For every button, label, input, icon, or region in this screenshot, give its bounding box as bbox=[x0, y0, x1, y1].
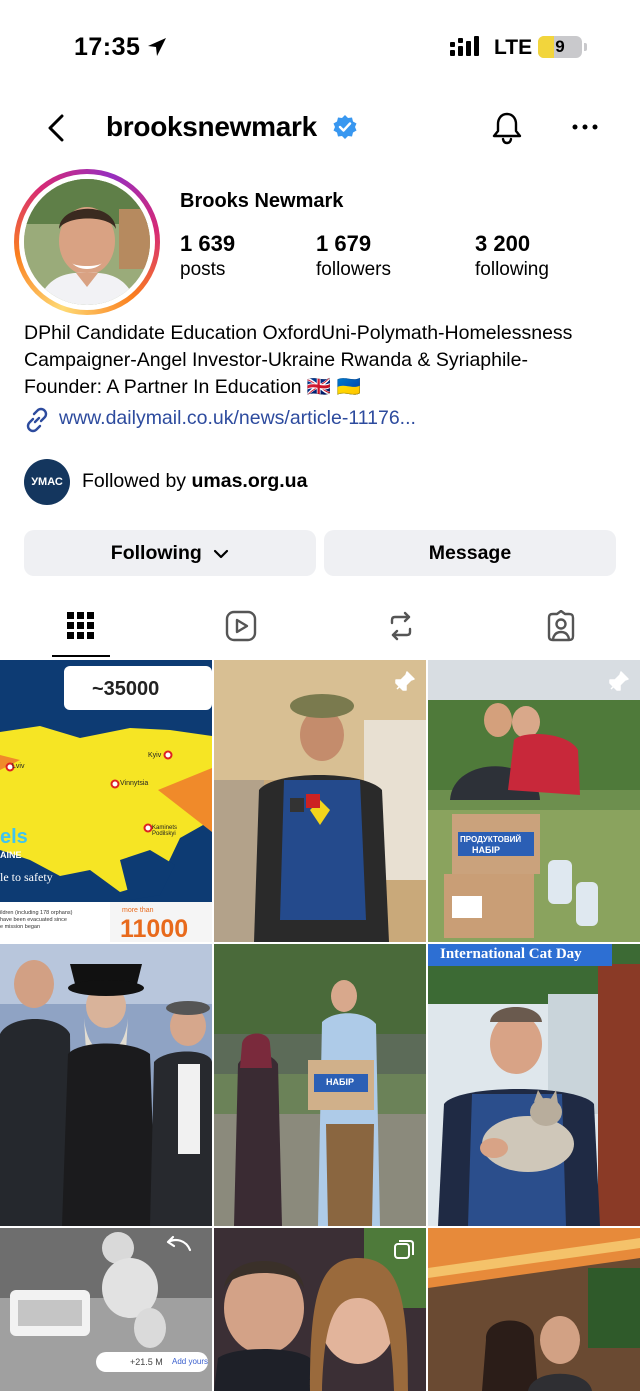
add-yours-link[interactable]: Add yours bbox=[172, 1357, 208, 1366]
post-image-photo bbox=[428, 944, 640, 1226]
pin-icon bbox=[395, 671, 415, 691]
map-side-text: AINE bbox=[0, 850, 22, 860]
following-count-value: 3 200 bbox=[475, 231, 531, 256]
more-dots-icon bbox=[572, 124, 598, 130]
post-image-photo bbox=[428, 660, 640, 942]
profile-tabs bbox=[0, 600, 640, 658]
map-more-than: more than bbox=[122, 907, 154, 914]
umas-avatar: УМАС bbox=[24, 459, 70, 505]
map-city-label: Kaminets Podilskyi bbox=[152, 825, 178, 837]
back-button[interactable] bbox=[40, 110, 72, 146]
map-city-label: Vinnytsia bbox=[120, 780, 149, 787]
following-button[interactable]: Following bbox=[24, 530, 316, 576]
map-side-text: le to safety bbox=[0, 870, 53, 884]
chevron-left-icon bbox=[48, 114, 64, 142]
battery-icon: 9 bbox=[538, 36, 582, 58]
map-footer-text: ildren (including 178 orphans) have been… bbox=[0, 910, 73, 930]
cellular-signal-icon bbox=[450, 36, 479, 56]
profile-display-name: Brooks Newmark bbox=[180, 190, 344, 212]
umas-logo-text: УМАС bbox=[31, 476, 63, 488]
following-count-label: following bbox=[475, 259, 549, 280]
grid-icon bbox=[67, 612, 94, 639]
tab-posts-grid[interactable] bbox=[36, 600, 126, 656]
status-time: 17:35 bbox=[74, 33, 141, 61]
map-city-label: Kyiv bbox=[148, 752, 162, 759]
followed-by-prefix: Followed by bbox=[82, 470, 187, 492]
grid-post[interactable]: +21.5 M Add yours bbox=[0, 1228, 212, 1391]
tab-reposts[interactable] bbox=[356, 600, 446, 656]
bio-line: Founder: A Partner In Education 🇬🇧 🇺🇦 bbox=[24, 376, 361, 398]
views-count: +21.5 M bbox=[130, 1357, 163, 1367]
following-count[interactable]: 3 200 following bbox=[475, 231, 549, 281]
pin-icon bbox=[609, 671, 629, 691]
bell-icon bbox=[492, 112, 522, 145]
map-big-number: 11000 bbox=[120, 915, 189, 942]
carousel-icon bbox=[394, 1240, 414, 1259]
grid-post[interactable] bbox=[214, 1228, 426, 1391]
posts-grid: ~35000 Kyiv Lviv Vinnytsia Kaminets Podi… bbox=[0, 660, 640, 1391]
profile-avatar bbox=[24, 179, 150, 305]
post-image-photo bbox=[214, 944, 426, 1226]
profile-link-text[interactable]: www.dailymail.co.uk/news/article-11176..… bbox=[59, 407, 416, 430]
reply-arrow-icon bbox=[166, 1235, 192, 1252]
posts-count-label: posts bbox=[180, 259, 226, 280]
notifications-button[interactable] bbox=[490, 110, 524, 151]
grid-post[interactable]: ~35000 Kyiv Lviv Vinnytsia Kaminets Podi… bbox=[0, 660, 212, 942]
grid-post[interactable]: ПРОДУКТОВИЙ НАБІР bbox=[428, 660, 640, 942]
post-image-photo bbox=[214, 660, 426, 942]
status-bar: 17:35 LTE 9 bbox=[0, 0, 640, 92]
grid-post[interactable] bbox=[0, 944, 212, 1226]
followers-count[interactable]: 1 679 followers bbox=[316, 231, 391, 281]
grid-post[interactable] bbox=[428, 1228, 640, 1391]
box-label: НАБІР bbox=[472, 845, 500, 855]
reels-icon bbox=[225, 610, 257, 642]
network-type: LTE bbox=[494, 36, 533, 59]
post-image-photo bbox=[428, 1228, 640, 1391]
box-label: ПРОДУКТОВИЙ bbox=[460, 835, 522, 844]
story-ring[interactable] bbox=[14, 169, 160, 315]
posts-count[interactable]: 1 639 posts bbox=[180, 231, 235, 281]
link-icon bbox=[26, 407, 48, 433]
grid-post[interactable]: НАБІР bbox=[214, 944, 426, 1226]
profile-bio: DPhil Candidate Education OxfordUni-Poly… bbox=[24, 320, 624, 401]
chevron-down-icon bbox=[214, 549, 229, 558]
message-button[interactable]: Message bbox=[324, 530, 616, 576]
box-label: НАБІР bbox=[326, 1077, 354, 1087]
active-tab-indicator bbox=[52, 655, 110, 657]
message-button-label: Message bbox=[428, 542, 512, 564]
battery-level: 9 bbox=[555, 37, 565, 56]
followed-by[interactable]: УМАС Followed by umas.org.ua bbox=[24, 459, 624, 505]
repost-icon bbox=[390, 611, 412, 641]
followers-count-label: followers bbox=[316, 259, 391, 280]
map-city-label: Lviv bbox=[12, 763, 25, 770]
map-count-label: ~35000 bbox=[92, 678, 160, 700]
post-image-map bbox=[0, 660, 212, 942]
following-button-label: Following bbox=[110, 542, 202, 564]
tab-reels[interactable] bbox=[196, 600, 286, 656]
grid-post[interactable] bbox=[214, 660, 426, 942]
bio-line: DPhil Candidate Education OxfordUni-Poly… bbox=[24, 322, 573, 344]
map-side-text: els bbox=[0, 826, 28, 848]
more-options-button[interactable] bbox=[570, 112, 602, 142]
bio-line: Campaigner-Angel Investor-Ukraine Rwanda… bbox=[24, 349, 528, 371]
profile-username: brooksnewmark bbox=[106, 111, 317, 142]
tagged-person-icon bbox=[547, 610, 575, 642]
post-image-photo bbox=[0, 944, 212, 1226]
profile-header: brooksnewmark bbox=[0, 100, 640, 156]
tab-tagged[interactable] bbox=[516, 600, 606, 656]
cat-day-banner: International Cat Day bbox=[440, 946, 582, 962]
location-arrow-icon bbox=[148, 38, 166, 56]
verified-badge-icon bbox=[333, 115, 357, 139]
followed-by-account: umas.org.ua bbox=[191, 470, 308, 492]
posts-count-value: 1 639 bbox=[180, 231, 236, 256]
battery-nub bbox=[584, 43, 587, 51]
grid-post[interactable]: International Cat Day bbox=[428, 944, 640, 1226]
followers-count-value: 1 679 bbox=[316, 231, 372, 256]
followed-by-text: Followed by umas.org.ua bbox=[82, 470, 307, 493]
